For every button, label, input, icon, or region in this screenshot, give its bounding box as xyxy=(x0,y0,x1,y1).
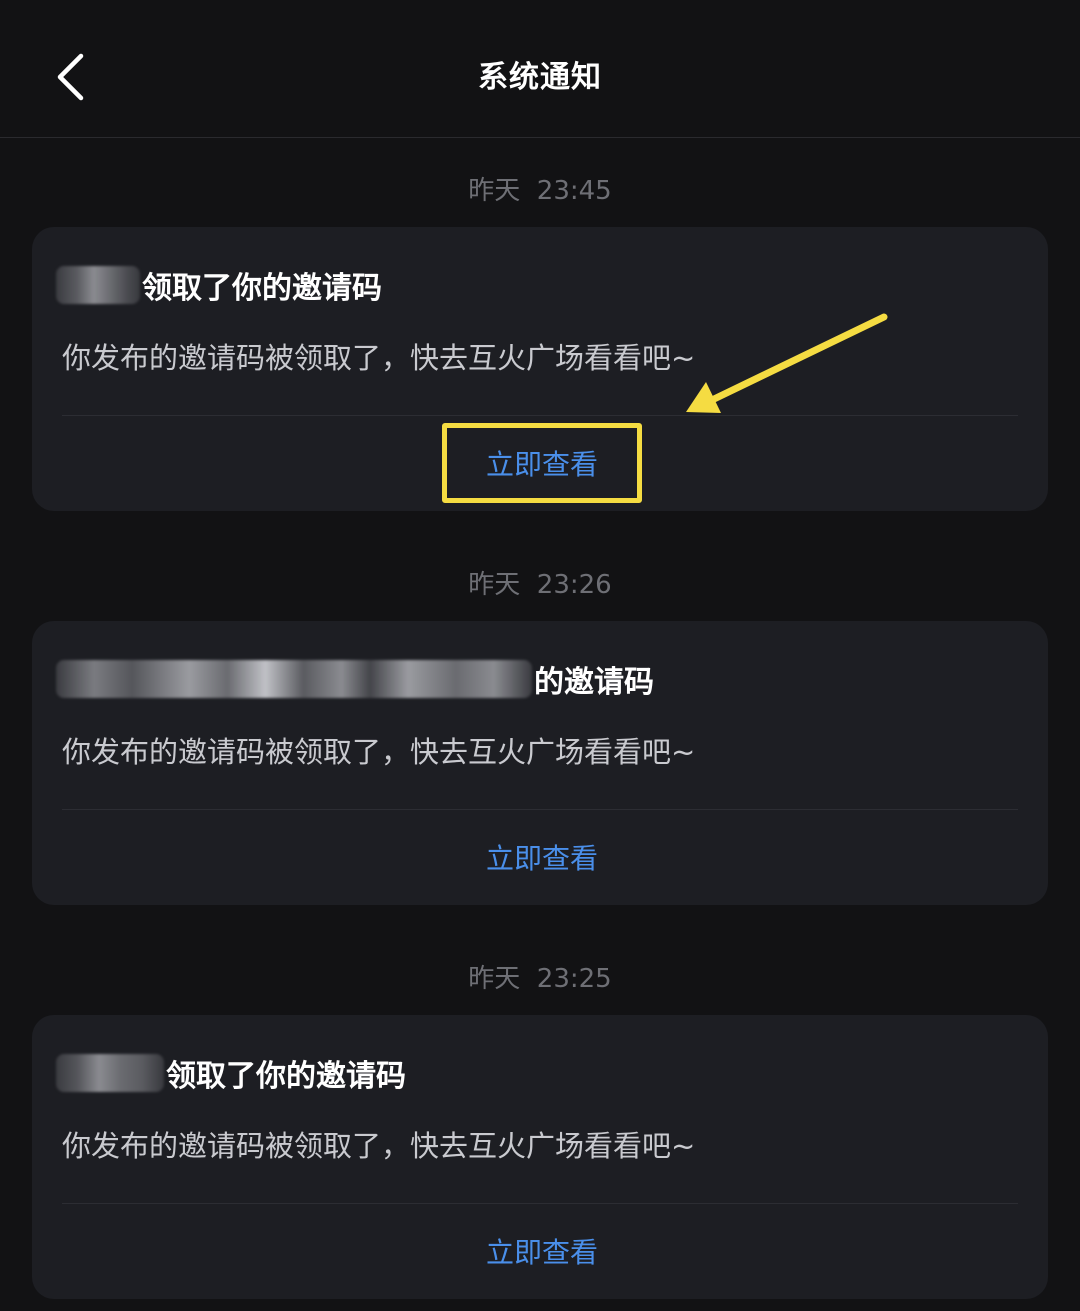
redacted-username xyxy=(56,266,140,304)
notification-body: 你发布的邀请码被领取了，快去互火广场看看吧~ xyxy=(62,341,696,375)
notification-title-text: 领取了你的邀请码 xyxy=(166,1059,406,1094)
page-title: 系统通知 xyxy=(478,60,602,95)
notification-timestamp: 昨天 23:45 xyxy=(468,176,612,206)
notification-card: 领取了你的邀请码 你发布的邀请码被领取了，快去互火广场看看吧~ 立即查看 xyxy=(32,227,1048,511)
view-now-button[interactable]: 立即查看 xyxy=(442,423,642,503)
notification-timestamp: 昨天 23:25 xyxy=(468,964,612,994)
notification-title-text: 的邀请码 xyxy=(534,665,654,700)
notification-card: 领取了你的邀请码 你发布的邀请码被领取了，快去互火广场看看吧~ 立即查看 xyxy=(32,1015,1048,1299)
notification-card: 的邀请码 你发布的邀请码被领取了，快去互火广场看看吧~ 立即查看 xyxy=(32,621,1048,905)
card-divider xyxy=(62,809,1018,810)
notification-body: 你发布的邀请码被领取了，快去互火广场看看吧~ xyxy=(62,735,696,769)
view-now-button[interactable]: 立即查看 xyxy=(442,1211,642,1291)
notification-title: 的邀请码 xyxy=(56,657,654,701)
view-now-button[interactable]: 立即查看 xyxy=(442,817,642,897)
card-divider xyxy=(62,1203,1018,1204)
notification-title: 领取了你的邀请码 xyxy=(56,1051,406,1095)
notification-title-text: 领取了你的邀请码 xyxy=(142,271,382,306)
redacted-username xyxy=(56,1054,164,1092)
card-divider xyxy=(62,415,1018,416)
notification-body: 你发布的邀请码被领取了，快去互火广场看看吧~ xyxy=(62,1129,696,1163)
notification-timestamp: 昨天 23:26 xyxy=(468,570,612,600)
top-navigation-bar: 系统通知 xyxy=(0,0,1080,138)
redacted-username xyxy=(56,660,532,698)
notification-title: 领取了你的邀请码 xyxy=(56,263,382,307)
